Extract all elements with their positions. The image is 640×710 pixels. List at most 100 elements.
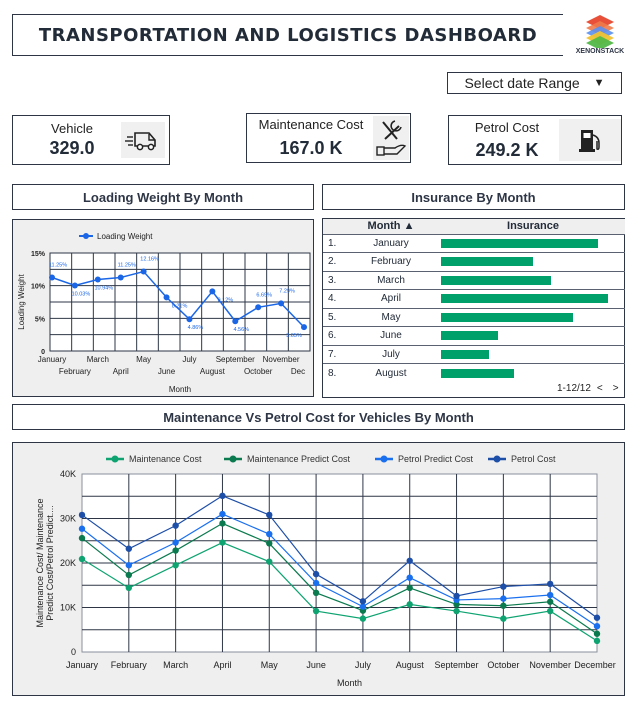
data-label: 8.21% [172, 303, 188, 309]
row-month: March [341, 270, 441, 290]
legend-label: Loading Weight [97, 232, 153, 241]
data-point [500, 602, 507, 609]
kpi-vehicle: Vehicle 329.0 [12, 115, 170, 165]
row-month: February [341, 252, 441, 271]
kpi-value: 249.2 K [475, 139, 539, 160]
kpi-maintenance-cost: Maintenance Cost 167.0 K [246, 113, 411, 163]
x-tick-label: February [111, 660, 148, 670]
data-point [593, 637, 601, 645]
row-insurance [441, 252, 625, 271]
cost-chart: 0 10K 20K 30K 40K January February March April Ma… [12, 442, 625, 696]
row-index: 2. [323, 252, 341, 271]
data-label: 9.12% [218, 297, 234, 303]
data-label: 12.16% [140, 257, 159, 263]
panel-title: Loading Weight By Month [82, 189, 244, 205]
x-tick-label: Dec [291, 367, 305, 376]
insurance-bar [441, 257, 533, 267]
y-axis-label: Maintenance Cost/ Maintenance Predict Cos… [35, 498, 55, 627]
data-point [406, 584, 413, 592]
row-index: 3. [323, 270, 341, 290]
row-insurance [441, 270, 625, 290]
row-month: May [341, 307, 441, 327]
data-point [593, 622, 601, 630]
table-row: 5. May [323, 307, 625, 327]
x-tick-label: January [38, 355, 66, 364]
column-header-insurance[interactable]: Insurance [441, 219, 625, 234]
data-point [78, 525, 86, 532]
data-point [232, 318, 239, 325]
dashboard-title: TRANSPORTATION AND LOGISTICS DASHBOARD [38, 24, 538, 46]
x-tick-label: July [182, 355, 196, 364]
insurance-bar [441, 238, 598, 248]
data-point [500, 615, 507, 622]
row-month: April [341, 289, 441, 308]
data-point [172, 562, 179, 569]
row-index: 6. [323, 326, 341, 345]
x-axis-label: Month [337, 678, 362, 688]
legend-label: Petrol Cost [511, 454, 556, 464]
table-row: 2. February [323, 252, 625, 271]
data-label: 11.25% [49, 263, 67, 269]
data-point [453, 592, 460, 600]
legend-marker [111, 455, 119, 463]
next-page-button[interactable]: > [613, 383, 619, 394]
row-index: 8. [323, 363, 341, 382]
x-tick-label: May [261, 660, 279, 670]
x-tick-label: April [113, 367, 129, 376]
dropdown-triangle-icon: ▼ [593, 77, 605, 89]
data-point [117, 274, 124, 281]
loading-weight-svg: 05%10%15%JanuaryFebruaryMarchAprilMayJun… [17, 232, 311, 394]
data-point [125, 545, 133, 552]
legend-marker [229, 455, 237, 463]
data-point [546, 580, 554, 588]
data-point [593, 614, 601, 621]
prev-page-button[interactable]: < [597, 383, 603, 394]
table-row: 3. March [323, 270, 625, 290]
x-tick-label: March [163, 660, 188, 670]
data-point [266, 530, 273, 538]
date-range-select[interactable]: Select date Range ▼ [447, 72, 622, 94]
data-label: 6.69% [256, 292, 272, 298]
data-point [312, 607, 320, 615]
y-tick-label: 10K [60, 603, 76, 613]
data-point [172, 539, 179, 546]
x-tick-label: December [574, 660, 616, 670]
legend-label: Maintenance Cost [129, 454, 202, 464]
insurance-bar [441, 368, 515, 378]
x-tick-label: November [263, 355, 300, 364]
y-tick-label: 30K [60, 514, 76, 524]
data-point [546, 598, 554, 605]
x-tick-label: May [136, 355, 151, 364]
x-tick-label: July [355, 660, 372, 670]
row-insurance [441, 233, 625, 253]
insurance-bar [441, 294, 608, 304]
kpi-label: Maintenance Cost [258, 117, 364, 132]
y-axis-label-line: Maintenance Cost/ Maintenance [35, 498, 45, 627]
table-row: 7. July [323, 344, 625, 364]
y-axis-label: Loading Weight [17, 274, 26, 330]
x-tick-label: September [216, 355, 255, 364]
data-label: 4.56% [233, 327, 249, 333]
data-label: 10.03% [72, 291, 91, 297]
x-tick-label: March [87, 355, 109, 364]
column-header-month[interactable]: Month ▲ [341, 219, 441, 234]
data-point [500, 595, 507, 602]
data-point [266, 540, 273, 547]
x-tick-label: September [435, 660, 479, 670]
row-index: 4. [323, 289, 341, 308]
data-point [406, 574, 413, 581]
x-tick-label: November [529, 660, 571, 670]
data-point [125, 562, 133, 569]
data-point [255, 304, 262, 311]
data-point [163, 294, 170, 301]
kpi-value: 329.0 [49, 138, 95, 158]
data-point [312, 579, 320, 587]
data-point [359, 598, 367, 605]
panel-title: Insurance By Month [411, 189, 536, 205]
data-point [546, 607, 554, 615]
pagination: 1-12/12 < > [557, 383, 619, 394]
insurance-bar [441, 331, 498, 341]
data-point [219, 539, 226, 546]
data-point [593, 630, 601, 637]
table-row: 6. June [323, 326, 625, 345]
